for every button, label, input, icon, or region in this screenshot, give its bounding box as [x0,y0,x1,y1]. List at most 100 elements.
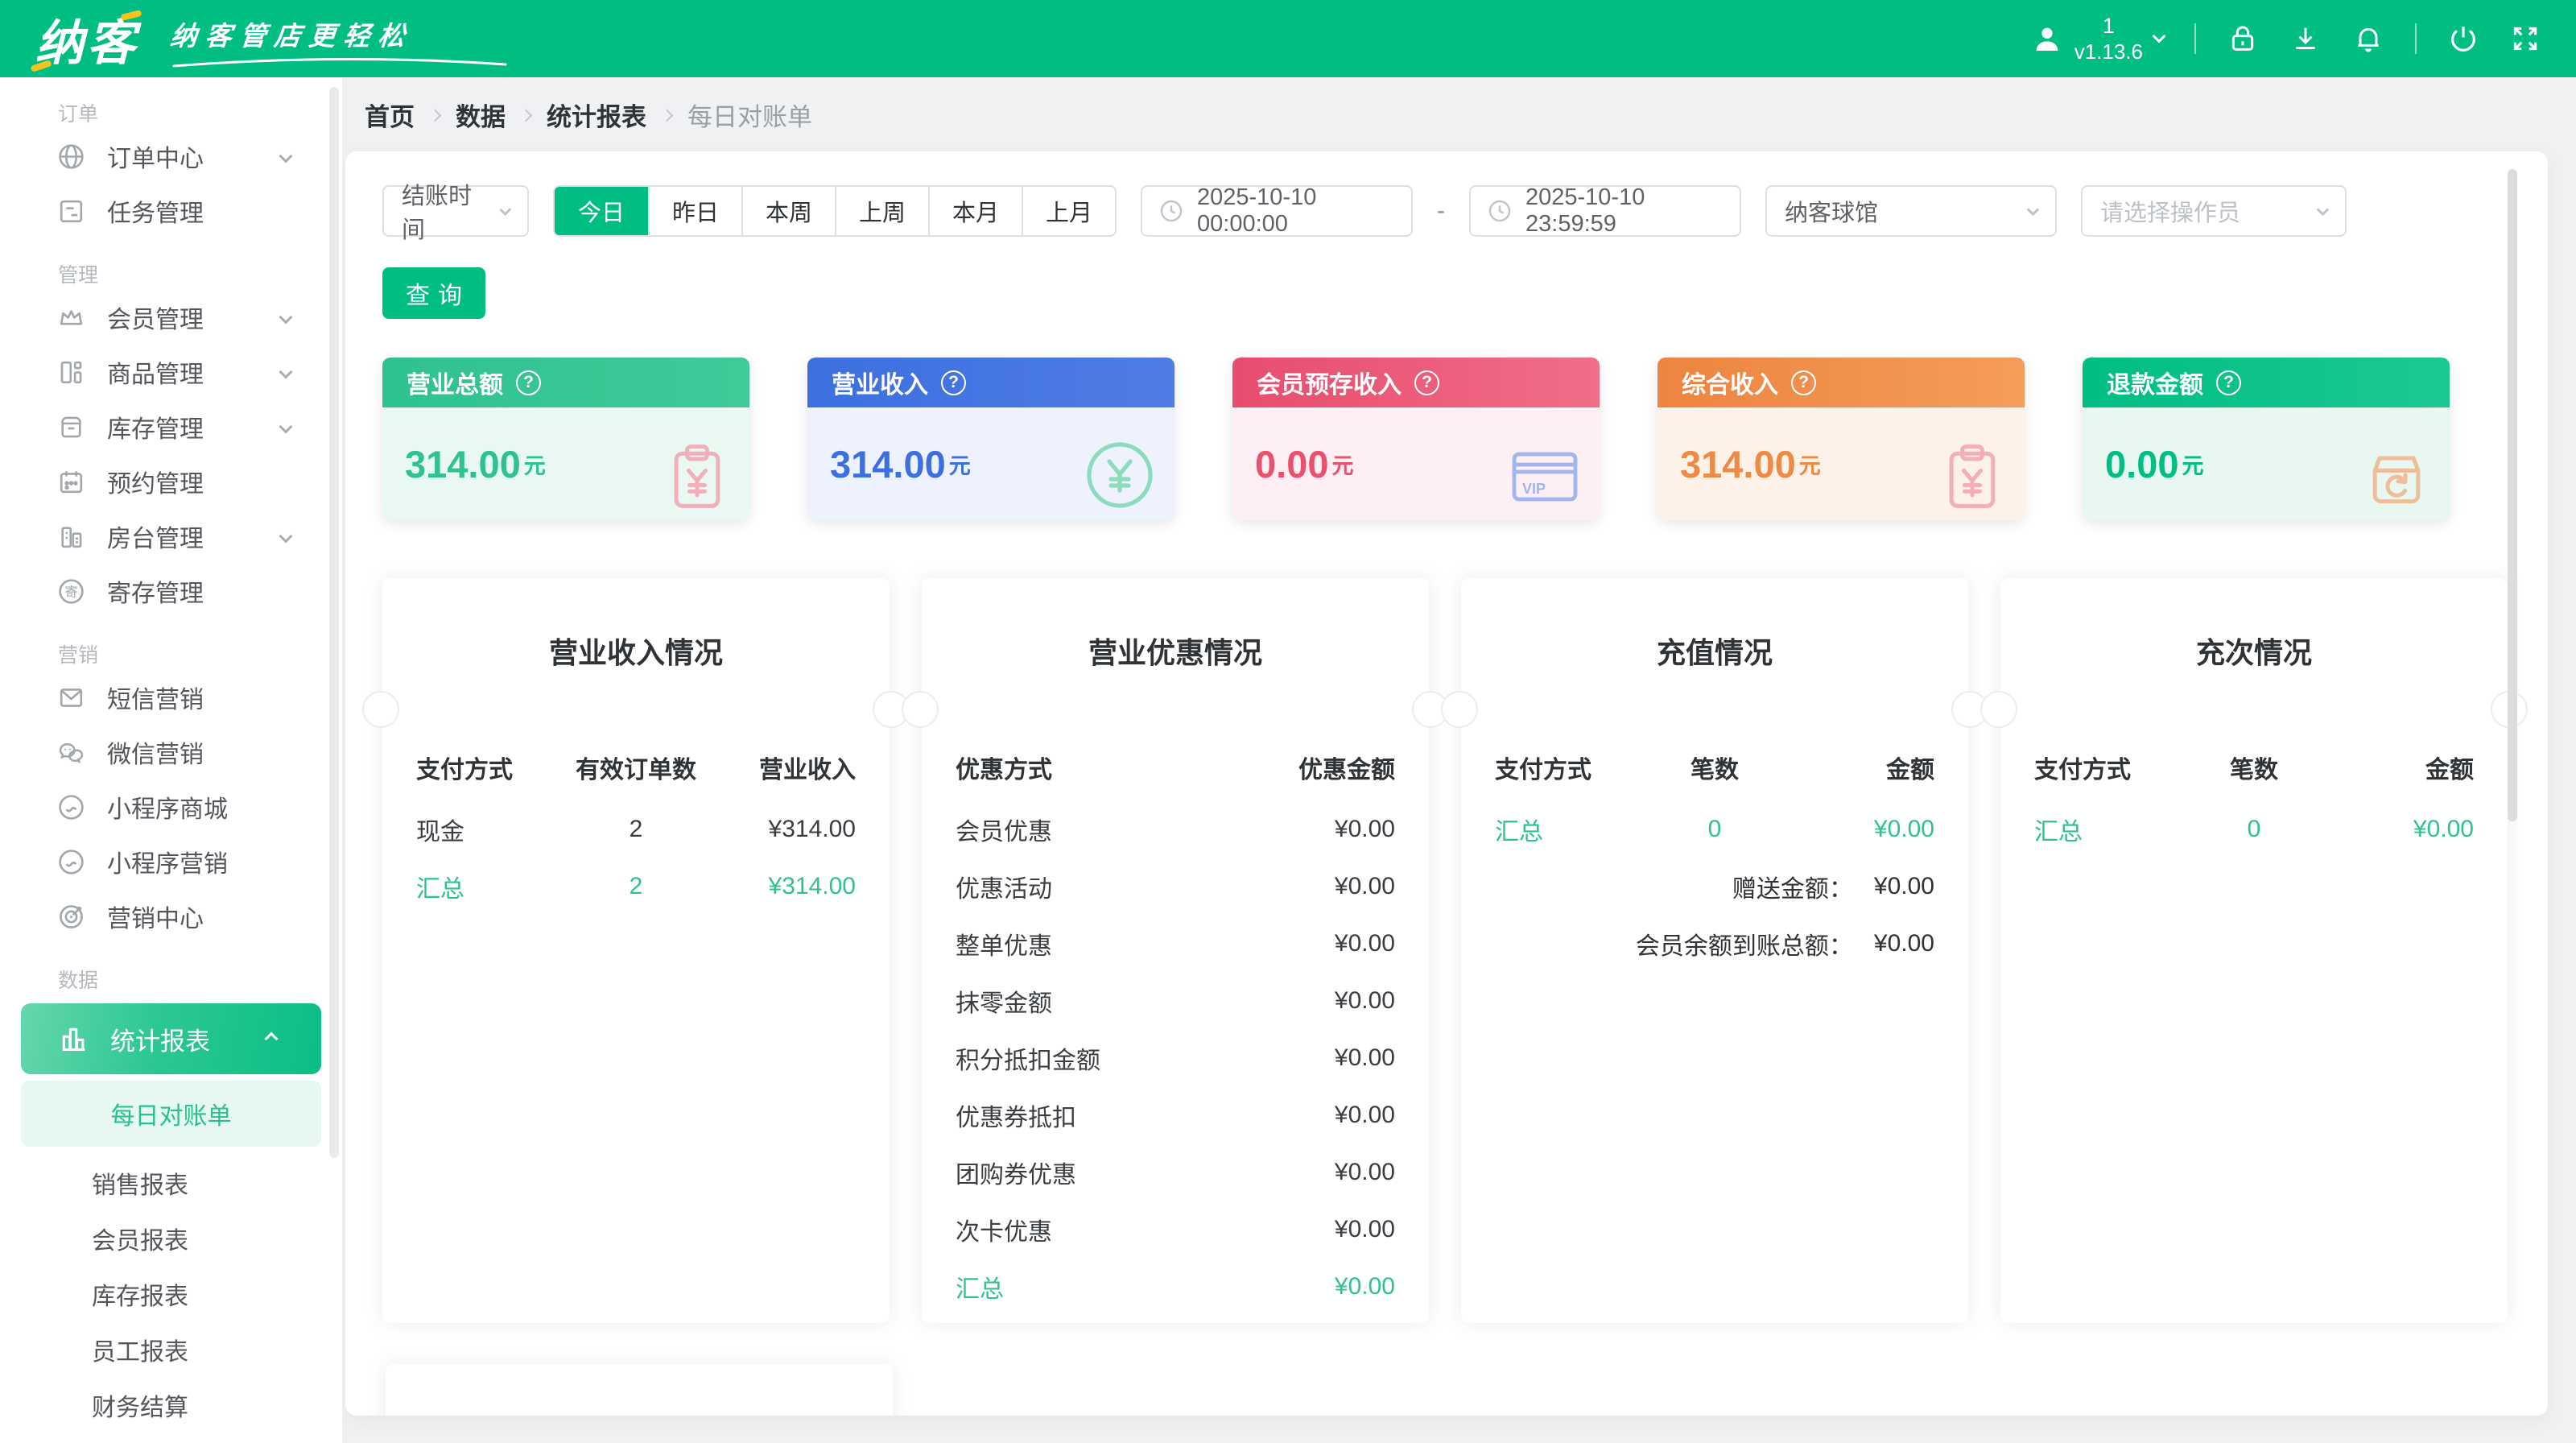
globe-icon [56,142,86,172]
sidebar-subitem-finance-settlement[interactable]: 财务结算 [0,1377,342,1433]
end-datetime-input[interactable]: 2025-10-10 23:59:59 [1469,185,1741,237]
column-header: 支付方式 [1495,750,1653,785]
tab-this-month[interactable]: 本月 [928,187,1022,235]
bell-icon [2352,23,2384,55]
sidebar-item-label: 寄存管理 [107,573,204,609]
tab-last-week[interactable]: 上周 [835,187,928,235]
cell-amount: ¥0.00 [1777,816,1934,843]
tab-this-week[interactable]: 本周 [741,187,835,235]
sidebar-item-label: 微信营销 [107,734,204,770]
table-row: 整单优惠 ¥0.00 [956,915,1395,972]
help-icon[interactable]: ? [1414,370,1439,395]
sidebar-item-order-center[interactable]: 订单中心 [0,129,342,184]
fullscreen-button[interactable] [2510,23,2541,54]
chevron-down-icon [279,366,293,379]
panel-business-discounts: 营业优惠情况 优惠方式 优惠金额 会员优惠 ¥0.00 优惠活动 ¥0.00 [922,578,1429,1323]
stat-card-unit: 元 [1331,449,1353,480]
extra-value: ¥0.00 [1874,930,1934,957]
sidebar-subitem-inventory-report[interactable]: 库存报表 [0,1266,342,1321]
refund-box-icon [2359,440,2434,514]
sidebar-scrollbar[interactable] [329,87,339,1158]
breadcrumb-reports[interactable]: 统计报表 [547,97,646,133]
sidebar-item-goods-management[interactable]: 商品管理 [0,345,342,399]
table-row-summary: 汇总 ¥0.00 [956,1258,1395,1315]
slogan-text: 纳客管店更轻松 [168,14,510,53]
sidebar-item-booking-management[interactable]: 预约管理 [0,454,342,509]
cell-discount-type: 会员优惠 [956,812,1195,847]
stat-card-combined-income: 综合收入 ? 314.00 元 [1657,358,2025,520]
cell-discount-type: 整单优惠 [956,926,1195,961]
breadcrumb-data[interactable]: 数据 [456,97,506,133]
sidebar-item-inventory-management[interactable]: 库存管理 [0,399,342,454]
query-button[interactable]: 查询 [382,267,485,319]
cell-amount: ¥0.00 [2316,816,2474,843]
circle-yen-icon [1081,436,1158,514]
sidebar-subitem-staff-report[interactable]: 员工报表 [0,1321,342,1377]
lock-screen-button[interactable] [2227,23,2259,55]
panel-business-income: 营业收入情况 支付方式 有效订单数 营业收入 现金 2 ¥314.00 汇总 2 [382,578,890,1323]
sidebar-item-label: 任务管理 [107,193,204,229]
chevron-down-icon [2153,29,2166,43]
miniprogram-icon [56,792,86,822]
sidebar-item-room-table-management[interactable]: 房台管理 [0,509,342,564]
operator-select[interactable]: 请选择操作员 [2081,185,2347,237]
deposit-icon: 寄 [56,577,86,606]
sidebar-item-wechat-marketing[interactable]: 微信营销 [0,725,342,779]
notifications-button[interactable] [2352,23,2384,55]
sidebar-item-miniprogram-marketing[interactable]: 小程序营销 [0,834,342,889]
chevron-down-icon [279,530,293,544]
download-icon [2289,23,2322,55]
brand: 纳客 纳客管店更轻松 [35,4,509,74]
account-menu[interactable]: 1 v1.13.6 [2031,13,2164,64]
breadcrumb: 首页 数据 统计报表 每日对账单 [342,77,2576,151]
task-icon [56,196,86,226]
sidebar-subitem-member-report[interactable]: 会员报表 [0,1210,342,1266]
cell-discount-type: 抹零金额 [956,983,1195,1019]
extra-row-gift-amount: 赠送金额： ¥0.00 [1495,858,1934,915]
sidebar-item-deposit-management[interactable]: 寄 寄存管理 [0,564,342,618]
sidebar-item-statistics-reports[interactable]: 统计报表 [21,1003,321,1074]
sidebar-item-data-analysis[interactable]: 数据分析 [0,1433,342,1443]
content-scrollbar[interactable] [2508,169,2517,821]
venue-select[interactable]: 纳客球馆 [1765,185,2057,237]
next-panel-partial [386,1364,893,1416]
sidebar-subitem-daily-statement[interactable]: 每日对账单 [21,1081,321,1147]
version-label: v1.13.6 [2074,39,2143,64]
sidebar-item-miniprogram-mall[interactable]: 小程序商城 [0,779,342,834]
cell-order-count: 2 [574,816,698,843]
column-header: 支付方式 [2034,750,2192,785]
tab-yesterday[interactable]: 昨日 [648,187,741,235]
help-icon[interactable]: ? [2216,370,2241,395]
sidebar-item-sms-marketing[interactable]: 短信营销 [0,670,342,725]
help-icon[interactable]: ? [516,370,541,395]
tab-today[interactable]: 今日 [555,187,648,235]
breadcrumb-home[interactable]: 首页 [365,97,415,133]
tab-last-month[interactable]: 上月 [1022,187,1115,235]
end-datetime-value: 2025-10-10 23:59:59 [1525,184,1724,238]
column-header: 金额 [2316,750,2474,785]
sidebar-item-label: 会员管理 [107,300,204,335]
chevron-up-icon [265,1032,279,1046]
lock-icon [2227,23,2259,55]
help-icon[interactable]: ? [941,370,966,395]
sidebar-item-member-management[interactable]: 会员管理 [0,290,342,345]
sidebar-item-task-management[interactable]: 任务管理 [0,184,342,238]
column-header: 笔数 [1653,750,1777,785]
download-button[interactable] [2289,23,2322,55]
clipboard-yen-icon [659,440,733,514]
cell-amount: ¥0.00 [1195,1273,1395,1300]
sidebar-subitem-sales-report[interactable]: 销售报表 [0,1155,342,1210]
building-icon [56,522,86,552]
help-icon[interactable]: ? [1791,370,1816,395]
content-card: 结账时间 今日 昨日 本周 上周 本月 上月 2025-10-10 00:00:… [345,151,2548,1416]
start-datetime-input[interactable]: 2025-10-10 00:00:00 [1141,185,1413,237]
cell-amount: ¥0.00 [1195,1102,1395,1129]
stat-card-title: 会员预存收入 [1257,365,1402,400]
time-type-select[interactable]: 结账时间 [382,185,529,237]
wechat-icon [56,738,86,767]
sidebar-item-label: 营销中心 [107,899,204,934]
sidebar-item-marketing-center[interactable]: 营销中心 [0,889,342,944]
cell-discount-type: 团购券优惠 [956,1155,1195,1190]
user-icon [2031,23,2063,55]
logout-button[interactable] [2447,23,2479,55]
